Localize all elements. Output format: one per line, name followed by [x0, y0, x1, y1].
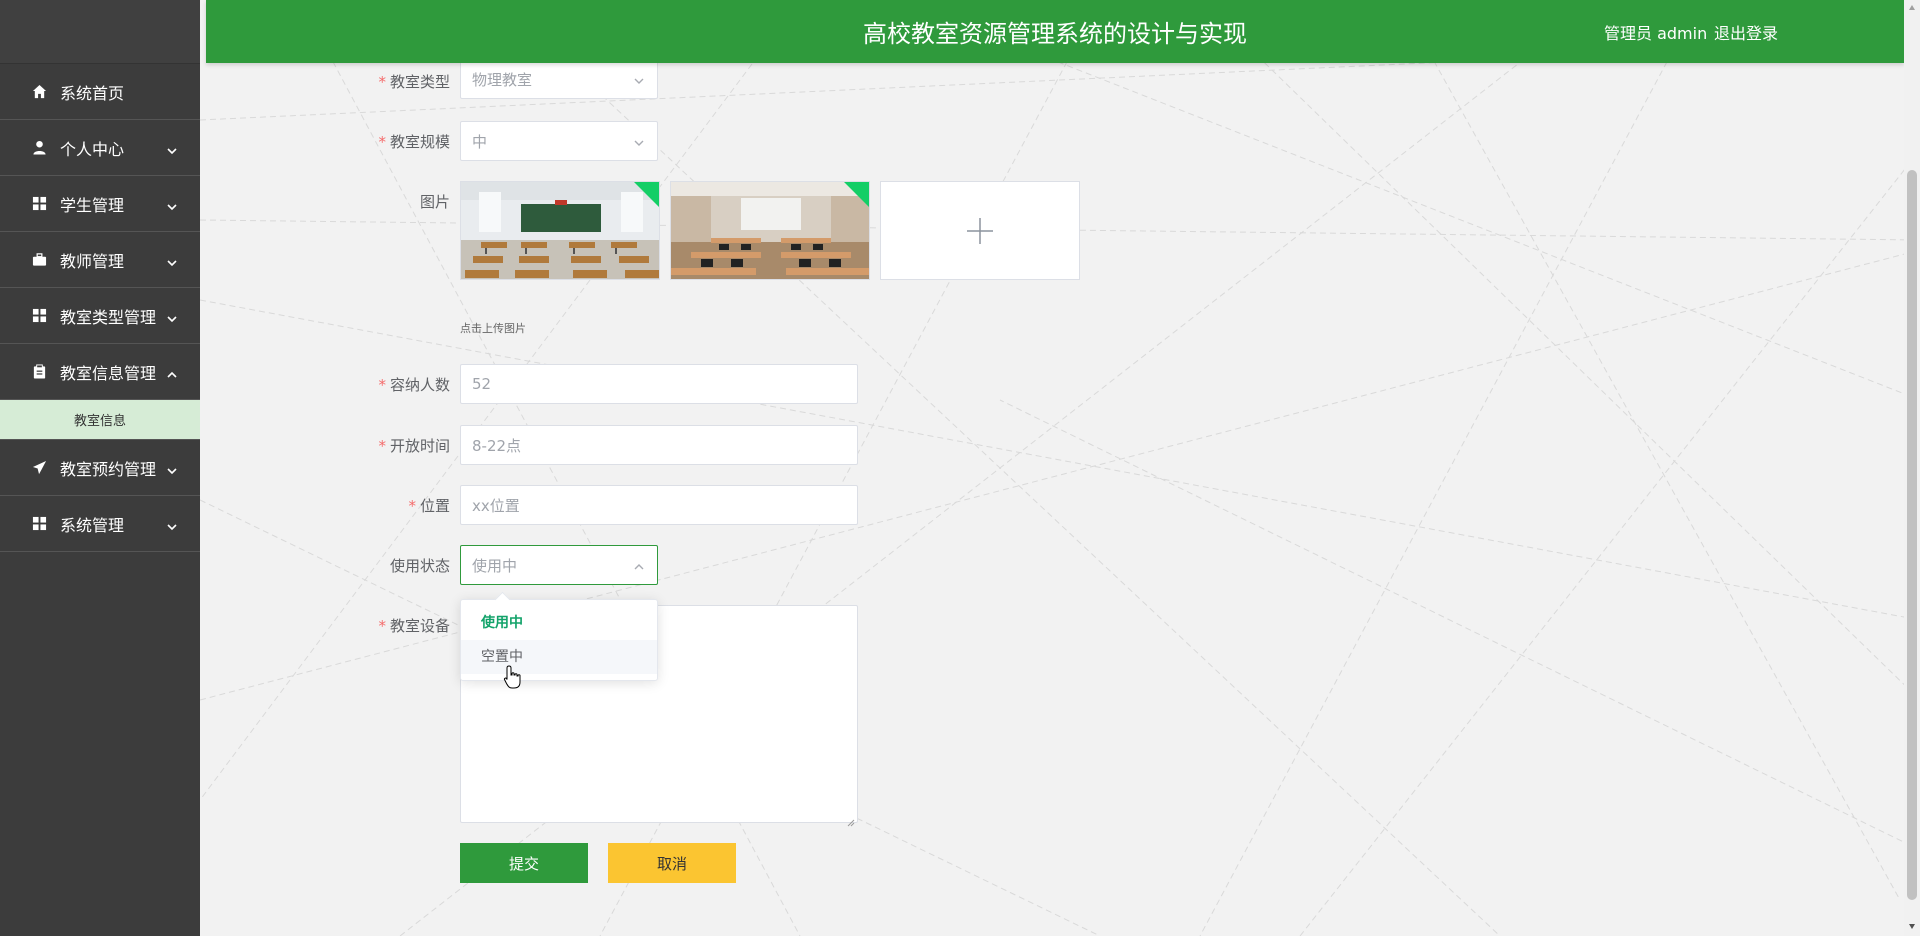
capacity-label: * 容纳人数 [378, 376, 450, 394]
sidebar-item-label: 系统管理 [60, 515, 125, 535]
scroll-up-arrow-icon[interactable] [1908, 4, 1916, 12]
room-scale-label: * 教室规模 [378, 133, 450, 151]
cancel-button[interactable]: 取消 [608, 843, 736, 883]
chevron-down-icon [633, 135, 645, 147]
equipment-label: * 教室设备 [378, 617, 450, 635]
submenu-item-label: 教室信息 [73, 414, 126, 429]
sidebar-item-label: 系统首页 [60, 83, 125, 103]
chevron-down-icon [166, 310, 178, 322]
sidebar-item-room-info-management[interactable]: 教室信息管理 [0, 344, 200, 400]
clipboard-icon [32, 364, 47, 379]
sidebar-item-home[interactable]: 系统首页 [0, 64, 200, 120]
sidebar-item-label: 学生管理 [60, 195, 125, 215]
submenu-item-room-info[interactable]: 教室信息 [0, 400, 200, 440]
room-type-select[interactable]: 物理教室 [460, 59, 658, 99]
submit-button[interactable]: 提交 [460, 843, 588, 883]
top-header: 高校教室资源管理系统的设计与实现 管理员 admin 退出登录 [206, 0, 1904, 63]
user-icon [32, 140, 47, 155]
sidebar-logo-area [0, 0, 200, 64]
chevron-down-icon [166, 142, 178, 154]
current-user: 管理员 admin [1604, 24, 1708, 43]
sidebar-item-label: 教室预约管理 [60, 459, 157, 479]
room-type-label: * 教室类型 [378, 73, 450, 91]
grid-icon [32, 516, 47, 531]
plus-icon [965, 216, 995, 246]
hand-cursor-icon [503, 665, 521, 689]
vertical-scrollbar[interactable] [1904, 0, 1920, 936]
open-time-label: * 开放时间 [378, 437, 450, 455]
resize-handle-icon[interactable] [847, 812, 855, 827]
sidebar-item-label: 教室类型管理 [60, 307, 157, 327]
home-icon [32, 84, 47, 99]
sidebar-item-label: 个人中心 [60, 139, 125, 159]
chevron-down-icon [166, 198, 178, 210]
uploaded-image-classroom-1[interactable] [460, 181, 660, 280]
grid-icon [32, 196, 47, 211]
room-info-form: * 教室类型 物理教室 * 教室规模 中 图片 点击上传图片 * 容纳人数 52… [206, 59, 1904, 936]
sidebar-item-teacher-management[interactable]: 教师管理 [0, 232, 200, 288]
open-time-input[interactable]: 8-22点 [460, 425, 858, 465]
sidebar-item-label: 教室信息管理 [60, 363, 157, 383]
chevron-down-icon [633, 73, 645, 85]
room-scale-select[interactable]: 中 [460, 121, 658, 161]
classroom-photo-1 [461, 182, 659, 279]
location-input[interactable]: xx位置 [460, 485, 858, 525]
scroll-down-arrow-icon[interactable] [1908, 922, 1916, 930]
sidebar-item-room-type-management[interactable]: 教室类型管理 [0, 288, 200, 344]
status-dropdown: 使用中 空置中 [460, 599, 658, 681]
briefcase-icon [32, 252, 47, 267]
chevron-up-icon [633, 559, 645, 571]
logout-link[interactable]: 退出登录 [1714, 20, 1778, 44]
chevron-up-icon [166, 366, 178, 378]
location-label: * 位置 [408, 497, 450, 515]
images-label: 图片 [419, 193, 450, 211]
sidebar-item-label: 教师管理 [60, 251, 125, 271]
grid-icon [32, 308, 47, 323]
status-label: 使用状态 [389, 557, 450, 575]
chevron-down-icon [166, 518, 178, 530]
chevron-down-icon [166, 254, 178, 266]
sidebar-item-personal-center[interactable]: 个人中心 [0, 120, 200, 176]
scrollbar-thumb[interactable] [1907, 170, 1917, 900]
send-icon [32, 460, 47, 475]
upload-tip: 点击上传图片 [460, 322, 526, 335]
sidebar-item-reservation-management[interactable]: 教室预约管理 [0, 440, 200, 496]
classroom-photo-2 [671, 182, 869, 279]
sidebar: 系统首页 个人中心 学生管理 教师管理 教室类型管理 教室信息管理 教室信息 教… [0, 0, 200, 936]
upload-image-button[interactable] [880, 181, 1080, 280]
uploaded-image-classroom-2[interactable] [670, 181, 870, 280]
status-select[interactable]: 使用中 [460, 545, 658, 585]
chevron-down-icon [166, 462, 178, 474]
sidebar-item-student-management[interactable]: 学生管理 [0, 176, 200, 232]
sidebar-item-system-management[interactable]: 系统管理 [0, 496, 200, 552]
status-option-vacant[interactable]: 空置中 [461, 640, 657, 674]
status-option-in-use[interactable]: 使用中 [461, 606, 657, 640]
capacity-input[interactable]: 52 [460, 364, 858, 404]
